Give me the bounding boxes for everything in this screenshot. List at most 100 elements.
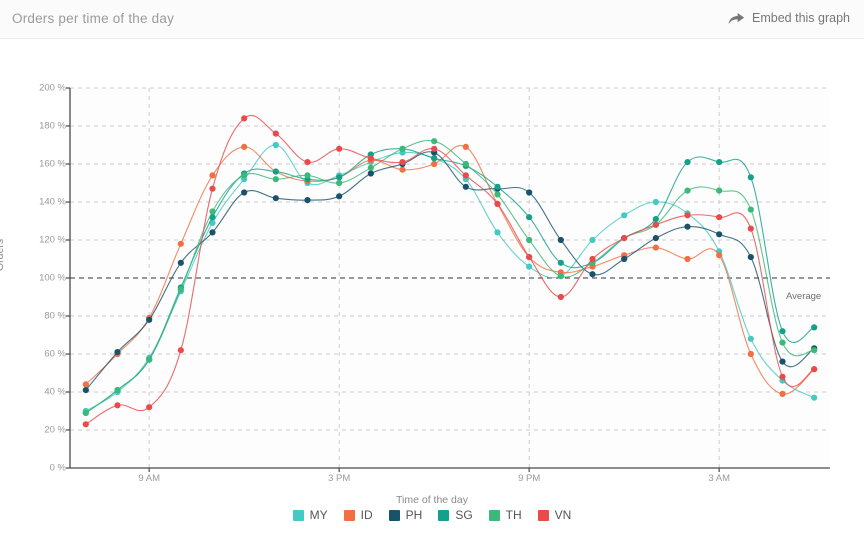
data-point[interactable] xyxy=(209,185,216,192)
data-point[interactable] xyxy=(367,155,374,162)
data-point[interactable] xyxy=(272,168,279,175)
data-point[interactable] xyxy=(241,172,248,179)
data-point[interactable] xyxy=(304,197,311,204)
data-point[interactable] xyxy=(494,183,501,190)
legend-item-vn[interactable]: VN xyxy=(537,508,571,522)
data-point[interactable] xyxy=(209,172,216,179)
data-point[interactable] xyxy=(431,138,438,145)
data-point[interactable] xyxy=(526,263,533,270)
data-point[interactable] xyxy=(557,293,564,301)
data-point[interactable] xyxy=(589,271,596,278)
data-point[interactable] xyxy=(367,164,374,171)
data-point[interactable] xyxy=(82,409,89,416)
data-point[interactable] xyxy=(652,216,659,223)
data-point[interactable] xyxy=(399,159,406,166)
data-point[interactable] xyxy=(431,155,438,162)
legend-item-th[interactable]: TH xyxy=(488,508,522,522)
data-point[interactable] xyxy=(779,358,786,365)
data-point[interactable] xyxy=(811,347,818,354)
data-point[interactable] xyxy=(684,212,691,219)
data-point[interactable] xyxy=(462,183,469,190)
data-point[interactable] xyxy=(652,244,659,251)
data-point[interactable] xyxy=(272,141,279,149)
data-point[interactable] xyxy=(557,273,564,280)
data-point[interactable] xyxy=(621,212,628,219)
data-point[interactable] xyxy=(779,373,786,380)
data-point[interactable] xyxy=(716,252,723,259)
data-point[interactable] xyxy=(526,214,533,221)
data-point[interactable] xyxy=(494,191,501,198)
data-point[interactable] xyxy=(241,115,248,122)
data-point[interactable] xyxy=(209,229,216,236)
data-point[interactable] xyxy=(462,172,469,179)
data-point[interactable] xyxy=(652,198,659,206)
data-point[interactable] xyxy=(494,200,501,207)
data-point[interactable] xyxy=(114,349,121,356)
data-point[interactable] xyxy=(336,145,343,152)
data-point[interactable] xyxy=(367,170,374,177)
data-point[interactable] xyxy=(684,159,691,166)
data-point[interactable] xyxy=(779,328,786,335)
data-point[interactable] xyxy=(336,174,343,181)
data-point[interactable] xyxy=(716,214,723,221)
data-point[interactable] xyxy=(177,286,184,293)
data-point[interactable] xyxy=(779,339,786,346)
data-point[interactable] xyxy=(177,240,184,247)
data-point[interactable] xyxy=(621,235,628,242)
data-point[interactable] xyxy=(177,259,184,266)
embed-this-graph-button[interactable]: Embed this graph xyxy=(728,11,850,25)
data-point[interactable] xyxy=(716,231,723,238)
data-point[interactable] xyxy=(304,159,311,166)
data-point[interactable] xyxy=(716,159,723,166)
data-point[interactable] xyxy=(589,236,596,244)
data-point[interactable] xyxy=(811,394,818,401)
legend-item-id[interactable]: ID xyxy=(343,508,373,522)
data-point[interactable] xyxy=(177,347,184,354)
data-point[interactable] xyxy=(146,404,153,411)
data-point[interactable] xyxy=(146,316,153,323)
data-point[interactable] xyxy=(811,366,818,373)
data-point[interactable] xyxy=(336,193,343,200)
data-point[interactable] xyxy=(652,235,659,242)
data-point[interactable] xyxy=(82,421,89,428)
data-point[interactable] xyxy=(209,208,216,215)
data-point[interactable] xyxy=(399,166,406,173)
data-point[interactable] xyxy=(431,160,438,168)
data-point[interactable] xyxy=(241,143,248,150)
data-point[interactable] xyxy=(779,390,786,397)
data-point[interactable] xyxy=(431,145,438,152)
data-point[interactable] xyxy=(82,381,89,388)
legend-item-ph[interactable]: PH xyxy=(388,508,422,522)
data-point[interactable] xyxy=(462,160,469,168)
data-point[interactable] xyxy=(811,324,818,331)
data-point[interactable] xyxy=(272,195,279,202)
data-point[interactable] xyxy=(652,221,659,228)
data-point[interactable] xyxy=(747,335,754,342)
data-point[interactable] xyxy=(272,130,279,137)
data-point[interactable] xyxy=(684,187,691,194)
data-point[interactable] xyxy=(114,387,121,394)
data-point[interactable] xyxy=(82,387,89,394)
data-point[interactable] xyxy=(747,174,754,181)
data-point[interactable] xyxy=(462,143,469,150)
data-point[interactable] xyxy=(114,402,121,409)
data-point[interactable] xyxy=(684,223,691,230)
data-point[interactable] xyxy=(336,179,343,187)
data-point[interactable] xyxy=(146,356,153,363)
data-point[interactable] xyxy=(272,176,279,183)
legend-item-my[interactable]: MY xyxy=(292,508,328,522)
data-point[interactable] xyxy=(589,255,596,263)
data-point[interactable] xyxy=(621,255,628,263)
data-point[interactable] xyxy=(494,229,501,236)
data-point[interactable] xyxy=(526,189,533,196)
legend-item-sg[interactable]: SG xyxy=(438,508,473,522)
data-point[interactable] xyxy=(557,259,564,266)
data-point[interactable] xyxy=(557,236,564,244)
data-point[interactable] xyxy=(304,172,311,179)
data-point[interactable] xyxy=(684,255,691,263)
data-point[interactable] xyxy=(526,254,533,261)
data-point[interactable] xyxy=(747,350,754,358)
data-point[interactable] xyxy=(526,236,533,244)
data-point[interactable] xyxy=(241,189,248,196)
data-point[interactable] xyxy=(747,225,754,232)
